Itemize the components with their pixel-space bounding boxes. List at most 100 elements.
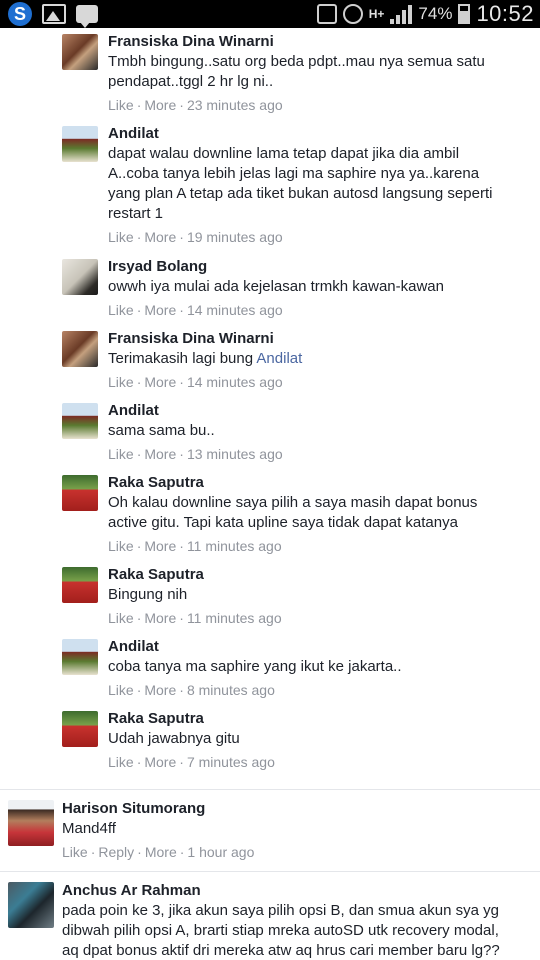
author-name[interactable]: Harison Situmorang (62, 799, 540, 819)
more-link[interactable]: More (144, 610, 176, 626)
timestamp[interactable]: 23 minutes ago (187, 97, 283, 113)
comment-text: coba tanya ma saphire yang ikut ke jakar… (108, 658, 402, 675)
like-link[interactable]: Like (108, 446, 134, 462)
comment-item: Harison Situmorang Mand4ff Like · Reply · Mo… (0, 789, 540, 871)
author-name[interactable]: Anchus Ar Rahman (62, 881, 540, 901)
like-link[interactable]: Like (108, 754, 134, 770)
comment-text: owwh iya mulai ada kejelasan trmkh kawan… (108, 278, 444, 295)
app-icon: S (8, 2, 32, 26)
like-link[interactable]: Like (108, 682, 134, 698)
comment-text: pada poin ke 3, jika akun saya pilih ops… (62, 902, 500, 959)
author-name[interactable]: Fransiska Dina Winarni (108, 329, 540, 349)
comment-actions: Like · More · 8 minutes ago (108, 682, 275, 698)
author-name[interactable]: Raka Saputra (108, 473, 540, 493)
like-link[interactable]: Like (108, 374, 134, 390)
avatar[interactable] (62, 639, 98, 675)
more-link[interactable]: More (144, 97, 176, 113)
avatar[interactable] (62, 331, 98, 367)
mention-link[interactable]: Andilat (256, 350, 302, 367)
chat-icon (76, 5, 98, 28)
avatar[interactable] (62, 403, 98, 439)
system-icons: H+ 74% 10:52 (316, 0, 534, 28)
more-link[interactable]: More (144, 754, 176, 770)
like-link[interactable]: Like (108, 610, 134, 626)
comment-actions: Like · More · 14 minutes ago (108, 302, 283, 318)
comment-text: dapat walau downline lama tetap dapat ji… (108, 145, 493, 222)
comment-item: Anchus Ar Rahman pada poin ke 3, jika ak… (0, 871, 540, 960)
comment-text: Udah jawabnya gitu (108, 730, 240, 747)
reply-item: Fransiska Dina Winarni Tmbh bingung..sat… (0, 28, 540, 120)
more-link[interactable]: More (144, 446, 176, 462)
reply-item: Andilat sama sama bu.. Like · More · 13 minu… (0, 397, 540, 469)
signal-icon (390, 4, 413, 24)
comment-actions: Like · More · 11 minutes ago (108, 538, 282, 554)
avatar[interactable] (62, 567, 98, 603)
timestamp[interactable]: 7 minutes ago (187, 754, 275, 770)
comment-text: Terimakasih lagi bung Andilat (108, 350, 303, 367)
more-link[interactable]: More (144, 682, 176, 698)
more-link[interactable]: More (144, 302, 176, 318)
author-name[interactable]: Raka Saputra (108, 565, 540, 585)
battery-icon (458, 4, 471, 24)
reply-item: Andilat coba tanya ma saphire yang ikut … (0, 633, 540, 705)
network-type: H+ (368, 7, 385, 21)
timestamp[interactable]: 14 minutes ago (187, 374, 283, 390)
mute-icon (316, 4, 337, 24)
comment-feed[interactable]: Fransiska Dina Winarni Tmbh bingung..sat… (0, 28, 540, 960)
avatar[interactable] (62, 34, 98, 70)
reply-item: Raka Saputra Bingung nih Like · More · 11 mi… (0, 561, 540, 633)
comment-text: Oh kalau downline saya pilih a saya masi… (108, 494, 478, 531)
avatar[interactable] (62, 259, 98, 295)
reply-item: Raka Saputra Oh kalau downline saya pili… (0, 469, 540, 561)
avatar[interactable] (8, 800, 54, 846)
timestamp[interactable]: 8 minutes ago (187, 682, 275, 698)
like-link[interactable]: Like (108, 538, 134, 554)
comment-actions: Like · More · 19 minutes ago (108, 229, 283, 245)
avatar[interactable] (62, 711, 98, 747)
like-link[interactable]: Like (108, 97, 134, 113)
comment-text: Bingung nih (108, 586, 188, 603)
author-name[interactable]: Andilat (108, 637, 540, 657)
reply-item: Raka Saputra Udah jawabnya gitu Like · Mor… (0, 705, 540, 789)
timestamp[interactable]: 1 hour ago (187, 844, 254, 860)
comment-text: sama sama bu.. (108, 422, 215, 439)
comment-actions: Like · Reply · More · 1 hour ago (62, 844, 255, 860)
alarm-icon (342, 4, 363, 24)
more-link[interactable]: More (144, 538, 176, 554)
timestamp[interactable]: 13 minutes ago (187, 446, 283, 462)
reply-link[interactable]: Reply (98, 844, 134, 860)
comment-text: Mand4ff (62, 820, 116, 837)
author-name[interactable]: Andilat (108, 124, 540, 144)
status-bar: S H+ 74% 10:52 (0, 0, 540, 28)
battery-percent: 74% (418, 4, 453, 23)
comment-actions: Like · More · 14 minutes ago (108, 374, 283, 390)
timestamp[interactable]: 11 minutes ago (187, 610, 282, 626)
more-link[interactable]: More (144, 229, 176, 245)
reply-item: Fransiska Dina Winarni Terimakasih lagi … (0, 325, 540, 397)
like-link[interactable]: Like (108, 302, 134, 318)
more-link[interactable]: More (144, 374, 176, 390)
more-link[interactable]: More (145, 844, 177, 860)
comment-text: Tmbh bingung..satu org beda pdpt..mau ny… (108, 53, 485, 90)
comment-actions: Like · More · 11 minutes ago (108, 610, 282, 626)
author-name[interactable]: Fransiska Dina Winarni (108, 32, 540, 52)
avatar[interactable] (8, 882, 54, 928)
comment-actions: Like · More · 23 minutes ago (108, 97, 283, 113)
author-name[interactable]: Irsyad Bolang (108, 257, 540, 277)
author-name[interactable]: Raka Saputra (108, 709, 540, 729)
clock: 10:52 (476, 1, 534, 26)
gallery-icon (42, 4, 66, 24)
like-link[interactable]: Like (108, 229, 134, 245)
like-link[interactable]: Like (62, 844, 88, 860)
comment-actions: Like · More · 7 minutes ago (108, 754, 275, 770)
timestamp[interactable]: 14 minutes ago (187, 302, 283, 318)
timestamp[interactable]: 19 minutes ago (187, 229, 283, 245)
timestamp[interactable]: 11 minutes ago (187, 538, 282, 554)
notification-icons: S (8, 2, 98, 28)
avatar[interactable] (62, 475, 98, 511)
author-name[interactable]: Andilat (108, 401, 540, 421)
reply-item: Irsyad Bolang owwh iya mulai ada kejelas… (0, 253, 540, 325)
avatar[interactable] (62, 126, 98, 162)
comment-actions: Like · More · 13 minutes ago (108, 446, 283, 462)
reply-item: Andilat dapat walau downline lama tetap … (0, 120, 540, 253)
